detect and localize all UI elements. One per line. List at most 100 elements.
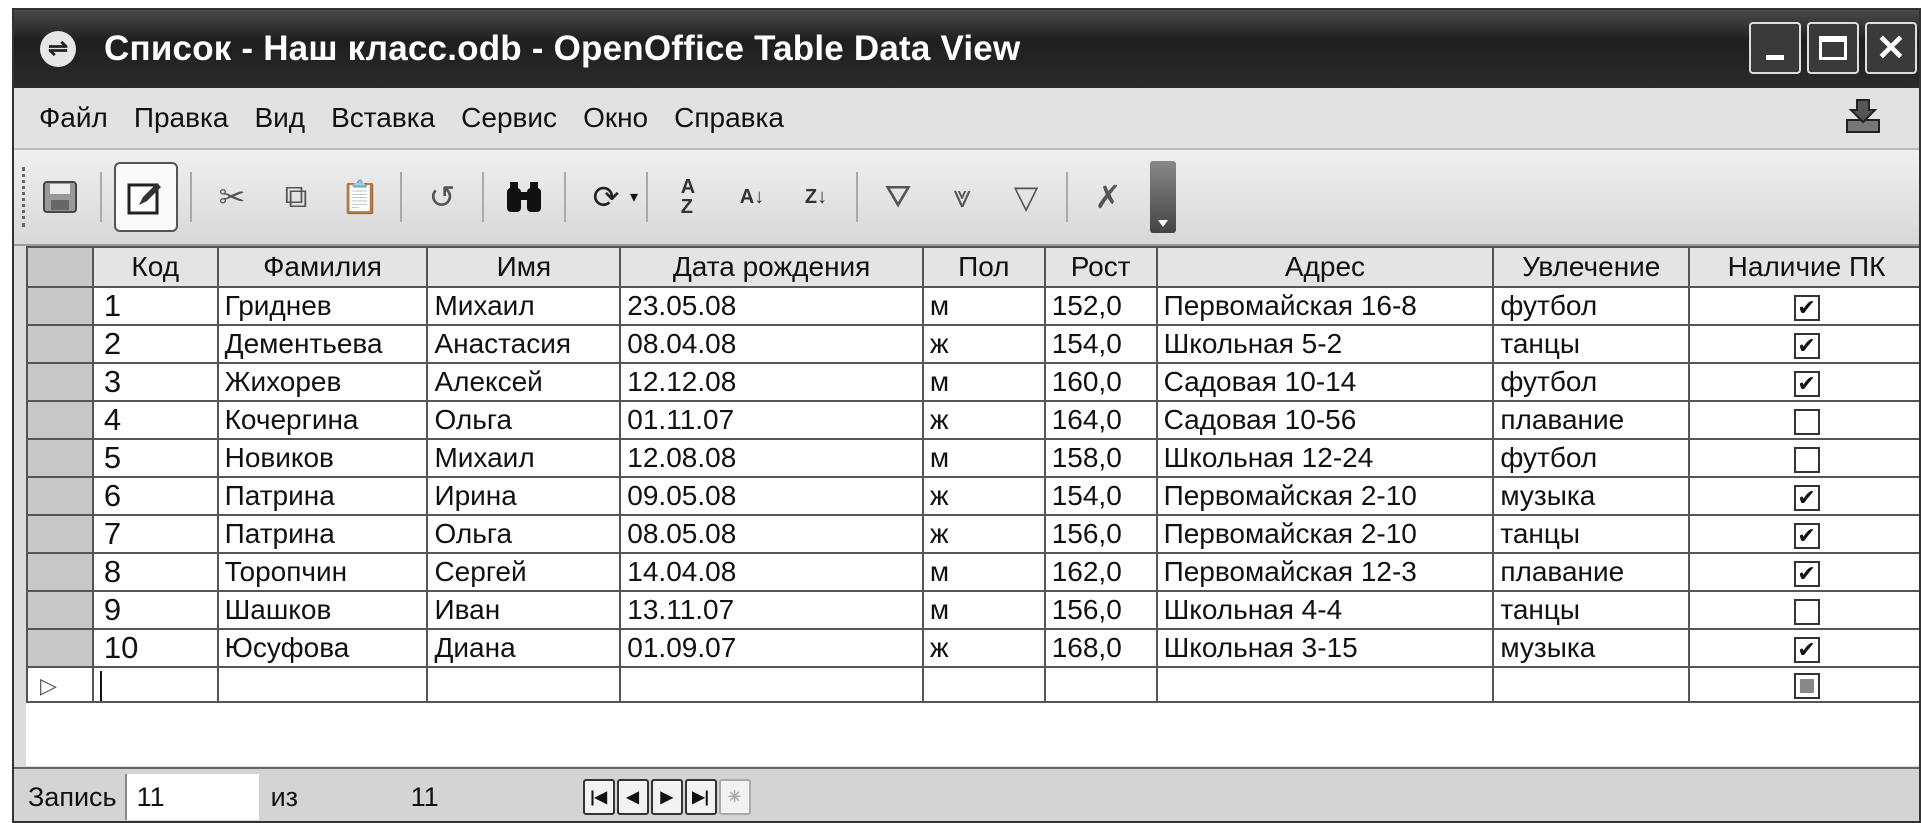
cell-hobby[interactable]: музыка [1492, 476, 1691, 516]
cell-hobby[interactable]: музыка [1492, 628, 1691, 668]
cell-surname[interactable]: Гриднев [216, 286, 429, 326]
row-selector[interactable] [26, 590, 94, 630]
cell-hobby[interactable]: танцы [1492, 590, 1691, 630]
cell-code[interactable]: 7 [91, 514, 219, 554]
cell-birth[interactable]: 01.11.07 [619, 400, 924, 440]
cell-birth[interactable]: 08.04.08 [619, 324, 924, 364]
checked-checkbox[interactable]: ✔ [1793, 636, 1820, 663]
row-selector[interactable]: ▷ [26, 666, 94, 703]
last-record-icon[interactable]: ▶| [684, 779, 717, 815]
checked-checkbox[interactable]: ✔ [1793, 560, 1820, 587]
row-selector[interactable] [26, 400, 94, 440]
row-selector[interactable] [26, 476, 94, 516]
empty-cell[interactable] [1155, 666, 1495, 703]
table-row[interactable]: 2 Дементьева Анастасия 08.04.08 ж 154,0 Школьн… [26, 324, 1919, 364]
cell-hobby[interactable]: танцы [1492, 514, 1691, 554]
cell-name[interactable]: Михаил [426, 438, 622, 478]
menu-view[interactable]: Вид [254, 102, 305, 134]
menu-help[interactable]: Справка [674, 102, 784, 134]
table-row[interactable]: 10 Юсуфова Диана 01.09.07 ж 168,0 Школьная 3-1… [26, 628, 1919, 668]
table-row[interactable]: 6 Патрина Ирина 09.05.08 ж 154,0 Первомайская … [26, 476, 1919, 516]
cell-surname[interactable]: Юсуфова [216, 628, 429, 668]
cell-code[interactable]: 10 [91, 628, 219, 668]
cell-surname[interactable]: Шашков [216, 590, 429, 630]
cell-name[interactable]: Алексей [426, 362, 622, 402]
sort-descending-icon[interactable]: Z↓ [788, 167, 844, 227]
unchecked-checkbox[interactable] [1793, 446, 1820, 473]
cell-surname[interactable]: Жихорев [216, 362, 429, 402]
cell-address[interactable]: Первомайская 2-10 [1155, 476, 1495, 516]
undo-icon[interactable]: ↺ [414, 167, 470, 227]
cell-sex[interactable]: м [921, 590, 1046, 630]
previous-record-icon[interactable]: ◀ [616, 779, 649, 815]
column-header[interactable]: Рост [1043, 246, 1158, 288]
cell-address[interactable]: Садовая 10-14 [1155, 362, 1495, 402]
row-selector[interactable] [26, 552, 94, 592]
cell-code[interactable]: 9 [91, 590, 219, 630]
cell-hobby[interactable]: танцы [1492, 324, 1691, 364]
empty-cell[interactable] [426, 666, 622, 703]
cell-name[interactable]: Анастасия [426, 324, 622, 364]
checked-checkbox[interactable]: ✔ [1793, 294, 1820, 321]
cell-name[interactable]: Михаил [426, 286, 622, 326]
cell-height[interactable]: 164,0 [1043, 400, 1158, 440]
cell-sex[interactable]: м [921, 286, 1046, 326]
cell-code[interactable]: 5 [91, 438, 219, 478]
cell-name[interactable]: Ольга [426, 514, 622, 554]
cell-surname[interactable]: Торопчин [216, 552, 429, 592]
menu-window[interactable]: Окно [583, 102, 648, 134]
cell-height[interactable]: 156,0 [1043, 514, 1158, 554]
menu-edit[interactable]: Правка [134, 102, 229, 134]
table-row[interactable]: 7 Патрина Ольга 08.05.08 ж 156,0 Первомайская … [26, 514, 1919, 554]
cell-hobby[interactable]: плавание [1492, 400, 1691, 440]
edit-data-icon[interactable] [114, 162, 178, 232]
row-selector[interactable] [26, 628, 94, 668]
cell-sex[interactable]: м [921, 362, 1046, 402]
cell-address[interactable]: Школьная 4-4 [1155, 590, 1495, 630]
cell-surname[interactable]: Патрина [216, 476, 429, 516]
cell-height[interactable]: 168,0 [1043, 628, 1158, 668]
cell-birth[interactable]: 12.12.08 [619, 362, 924, 402]
cell-address[interactable]: Школьная 12-24 [1155, 438, 1495, 478]
empty-cell[interactable] [1492, 666, 1691, 703]
checked-checkbox[interactable]: ✔ [1793, 522, 1820, 549]
cell-sex[interactable]: ж [921, 514, 1046, 554]
cell-birth[interactable]: 14.04.08 [619, 552, 924, 592]
cell-name[interactable]: Ольга [426, 400, 622, 440]
empty-cell[interactable] [1043, 666, 1158, 703]
cell-name[interactable]: Ирина [426, 476, 622, 516]
cell-code[interactable]: 4 [91, 400, 219, 440]
cell-hobby[interactable]: футбол [1492, 438, 1691, 478]
cell-sex[interactable]: ж [921, 476, 1046, 516]
standard-filter-icon[interactable]: ⩔ [934, 167, 990, 227]
cell-sex[interactable]: ж [921, 324, 1046, 364]
table-row[interactable]: 9 Шашков Иван 13.11.07 м 156,0 Школьная 4-4 тан… [26, 590, 1919, 630]
data-grid[interactable]: Код Фамилия Имя Дата рождения Пол Рост А… [26, 246, 1919, 766]
cell-height[interactable]: 156,0 [1043, 590, 1158, 630]
save-record-icon[interactable] [32, 167, 88, 227]
cell-name[interactable]: Иван [426, 590, 622, 630]
cell-hobby[interactable]: плавание [1492, 552, 1691, 592]
row-selector[interactable] [26, 514, 94, 554]
refresh-dropdown-arrow[interactable]: ▾ [630, 187, 638, 207]
cell-code[interactable]: 6 [91, 476, 219, 516]
paste-icon[interactable]: 📋 [332, 167, 388, 227]
unchecked-checkbox[interactable] [1793, 408, 1820, 435]
menu-tools[interactable]: Сервис [461, 102, 557, 134]
cell-height[interactable]: 158,0 [1043, 438, 1158, 478]
cell-surname[interactable]: Дементьева [216, 324, 429, 364]
cell-address[interactable]: Первомайская 2-10 [1155, 514, 1495, 554]
remove-filter-icon[interactable]: ✗ [1080, 167, 1136, 227]
cell-birth[interactable]: 09.05.08 [619, 476, 924, 516]
checked-checkbox[interactable]: ✔ [1793, 484, 1820, 511]
first-record-icon[interactable]: |◀ [582, 779, 615, 815]
column-header[interactable]: Пол [921, 246, 1046, 288]
cell-address[interactable]: Школьная 5-2 [1155, 324, 1495, 364]
cell-address[interactable]: Садовая 10-56 [1155, 400, 1495, 440]
checked-checkbox[interactable]: ✔ [1793, 332, 1820, 359]
table-row[interactable]: 5 Новиков Михаил 12.08.08 м 158,0 Школьная 12-… [26, 438, 1919, 478]
cell-height[interactable]: 160,0 [1043, 362, 1158, 402]
cell-sex[interactable]: ж [921, 400, 1046, 440]
cell-height[interactable]: 162,0 [1043, 552, 1158, 592]
cell-surname[interactable]: Кочергина [216, 400, 429, 440]
